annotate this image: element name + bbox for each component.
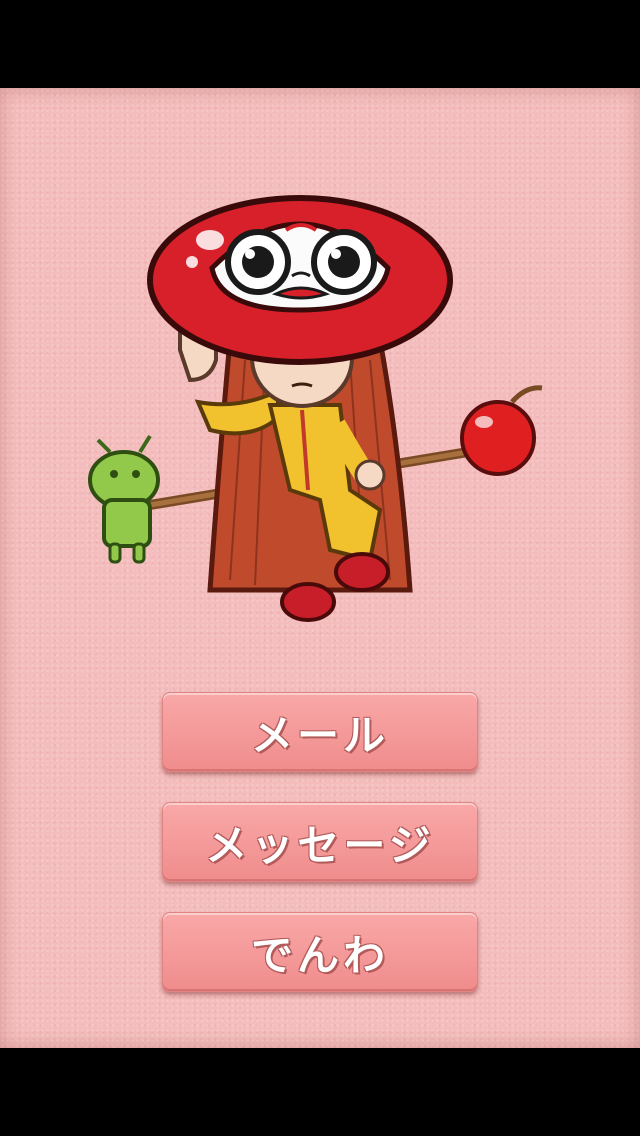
mail-button-label: メール bbox=[250, 710, 389, 760]
bottom-bar-area bbox=[0, 1048, 640, 1136]
daruma-girl-mascot-image bbox=[88, 195, 543, 622]
mail-button[interactable]: メール bbox=[162, 692, 478, 772]
status-bar-area bbox=[0, 0, 640, 88]
phone-button-label: でんわ bbox=[250, 930, 389, 980]
android-charm bbox=[88, 434, 160, 564]
message-button[interactable]: メッセージ bbox=[162, 802, 478, 882]
message-button-label: メッセージ bbox=[205, 820, 435, 870]
phone-button[interactable]: でんわ bbox=[162, 912, 478, 992]
